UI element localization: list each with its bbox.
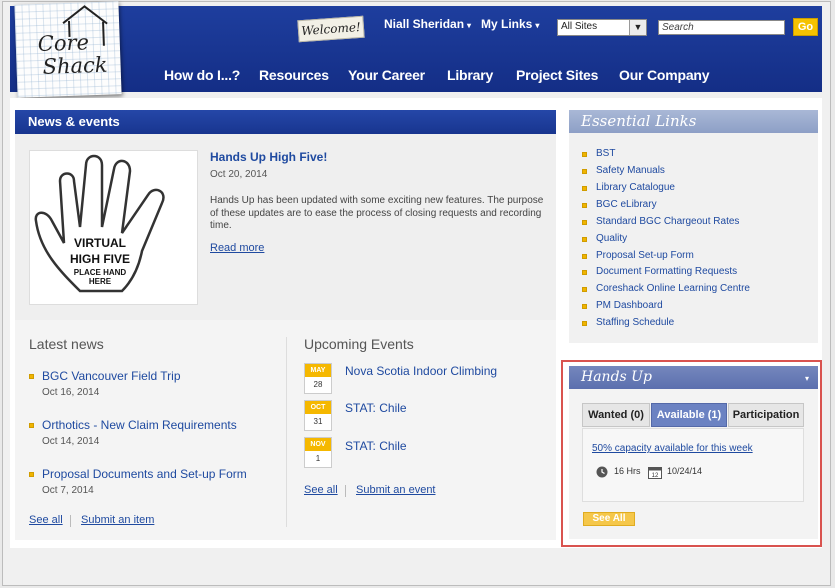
logo-text-shack: Shack: [42, 53, 108, 79]
featured-news-image[interactable]: VIRTUAL HIGH FIVE PLACE HAND HERE: [29, 150, 198, 305]
latest-news-item-title[interactable]: Orthotics - New Claim Requirements: [42, 418, 237, 432]
bullet-icon: [582, 287, 587, 292]
essential-link-proposal-form[interactable]: Proposal Set-up Form: [582, 250, 694, 261]
my-links-menu[interactable]: My Links ▾: [481, 17, 539, 31]
search-go-button[interactable]: Go: [793, 18, 818, 36]
latest-news-item-date: Oct 16, 2014: [42, 387, 100, 398]
essential-links-header: Essential Links: [569, 110, 818, 133]
chevron-down-icon: ▾: [467, 21, 472, 30]
bullet-icon: [582, 220, 587, 225]
hands-up-tab-content: [582, 428, 804, 502]
submit-item-link[interactable]: Submit an item: [81, 514, 154, 526]
news-see-all-link[interactable]: See all: [29, 514, 63, 526]
essential-link-bst[interactable]: BST: [582, 148, 615, 159]
tab-participation[interactable]: Participation: [728, 403, 804, 427]
bullet-icon: [582, 152, 587, 157]
event-month: MAY: [305, 364, 331, 377]
hands-up-header: Hands Up: [569, 366, 818, 389]
bullet-icon: [582, 270, 587, 275]
event-title[interactable]: STAT: Chile: [345, 439, 407, 453]
nav-how-do-i[interactable]: How do I...?: [164, 67, 240, 83]
event-day: 31: [313, 417, 323, 426]
dropdown-arrow-icon[interactable]: ▼: [629, 20, 646, 35]
logo-house-icon: Core Shack: [37, 5, 108, 79]
latest-news-item-title[interactable]: Proposal Documents and Set-up Form: [42, 467, 247, 481]
hands-up-item-link[interactable]: 50% capacity available for this week: [592, 443, 753, 454]
link-separator: [70, 515, 71, 527]
event-date-calendar-icon: OCT 31: [304, 400, 332, 431]
bullet-icon: [582, 321, 587, 326]
chevron-down-icon: ▾: [535, 21, 540, 30]
essential-link-learning-centre[interactable]: Coreshack Online Learning Centre: [582, 283, 750, 294]
search-input[interactable]: Search: [658, 20, 785, 35]
nav-our-company[interactable]: Our Company: [619, 67, 710, 83]
latest-news-item-date: Oct 14, 2014: [42, 436, 100, 447]
essential-link-pm-dashboard[interactable]: PM Dashboard: [582, 300, 663, 311]
essential-link-quality[interactable]: Quality: [582, 233, 627, 244]
nav-library[interactable]: Library: [447, 67, 493, 83]
nav-project-sites[interactable]: Project Sites: [516, 67, 598, 83]
site-scope-value: All Sites: [561, 21, 598, 32]
news-events-header: News & events: [15, 110, 556, 134]
event-title[interactable]: STAT: Chile: [345, 401, 407, 415]
nav-resources[interactable]: Resources: [259, 67, 329, 83]
event-date-calendar-icon: NOV 1: [304, 437, 332, 468]
essential-link-document-formatting[interactable]: Document Formatting Requests: [582, 266, 737, 277]
image-text-4: HERE: [89, 277, 112, 286]
bullet-icon: [582, 237, 587, 242]
link-separator: [345, 485, 346, 497]
bullet-icon: [582, 169, 587, 174]
calendar-icon-day: 12: [652, 473, 659, 479]
my-links-label: My Links: [481, 17, 533, 31]
bullet-icon: [582, 203, 587, 208]
bullet-icon: [582, 186, 587, 191]
essential-link-staffing-schedule[interactable]: Staffing Schedule: [582, 317, 674, 328]
site-logo[interactable]: Core Shack: [14, 1, 122, 98]
event-day: 28: [313, 380, 323, 389]
image-text-3: PLACE HAND: [74, 268, 127, 277]
event-title[interactable]: Nova Scotia Indoor Climbing: [345, 364, 497, 378]
essential-link-library-catalogue[interactable]: Library Catalogue: [582, 182, 675, 193]
read-more-link[interactable]: Read more: [210, 242, 264, 254]
tab-available[interactable]: Available (1): [651, 403, 727, 427]
image-text-2: HIGH FIVE: [70, 252, 130, 266]
bullet-icon: [29, 374, 34, 379]
event-month: NOV: [305, 438, 331, 451]
featured-news-title[interactable]: Hands Up High Five!: [210, 150, 327, 164]
tab-wanted[interactable]: Wanted (0): [582, 403, 650, 427]
clock-icon: [596, 466, 608, 480]
event-day: 1: [315, 454, 321, 463]
essential-link-safety-manuals[interactable]: Safety Manuals: [582, 165, 665, 176]
event-date-calendar-icon: MAY 28: [304, 363, 332, 394]
bullet-icon: [29, 423, 34, 428]
calendar-icon: 12: [648, 466, 662, 481]
submit-event-link[interactable]: Submit an event: [356, 484, 436, 496]
events-see-all-link[interactable]: See all: [304, 484, 338, 496]
bullet-icon: [29, 472, 34, 477]
high-five-hand-icon: VIRTUAL HIGH FIVE PLACE HAND HERE: [34, 154, 165, 293]
featured-news-date: Oct 20, 2014: [210, 169, 268, 180]
user-name: Niall Sheridan: [384, 17, 465, 31]
bullet-icon: [582, 254, 587, 259]
chevron-down-icon[interactable]: ▾: [805, 374, 809, 383]
date-value: 10/24/14: [667, 466, 703, 476]
image-text-1: VIRTUAL: [74, 236, 126, 250]
bullet-icon: [582, 304, 587, 309]
latest-news-item-date: Oct 7, 2014: [42, 485, 94, 496]
upcoming-events-title: Upcoming Events: [304, 336, 414, 352]
latest-news-item-title[interactable]: BGC Vancouver Field Trip: [42, 369, 181, 383]
logo-text-core: Core: [37, 30, 89, 56]
featured-news-body: Hands Up has been updated with some exci…: [210, 195, 544, 231]
hours-value: 16 Hrs: [614, 466, 641, 476]
column-divider: [286, 337, 287, 527]
nav-your-career[interactable]: Your Career: [348, 67, 425, 83]
event-month: OCT: [305, 401, 331, 414]
user-menu[interactable]: Niall Sheridan ▾: [384, 17, 471, 31]
latest-news-title: Latest news: [29, 336, 104, 352]
see-all-button[interactable]: See All: [583, 512, 635, 526]
welcome-badge: Welcome!: [297, 15, 365, 43]
site-scope-select[interactable]: All Sites ▼: [557, 19, 647, 36]
essential-link-chargeout-rates[interactable]: Standard BGC Chargeout Rates: [582, 216, 739, 227]
essential-link-bgc-elibrary[interactable]: BGC eLibrary: [582, 199, 657, 210]
